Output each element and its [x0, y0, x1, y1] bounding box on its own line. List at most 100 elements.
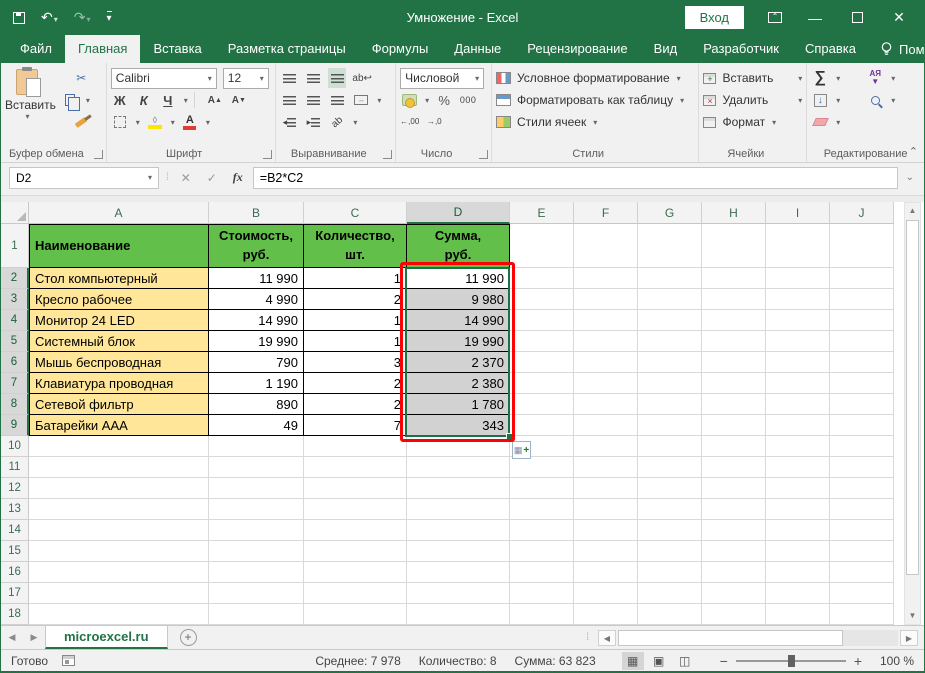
select-all-corner[interactable]: [1, 202, 29, 224]
italic-button[interactable]: К: [135, 90, 153, 110]
decrease-decimal-button[interactable]: →,0: [425, 112, 443, 132]
cell-B1[interactable]: Стоимость,руб.: [209, 224, 304, 268]
cell-C2[interactable]: 1: [304, 268, 407, 289]
cell-I16[interactable]: [766, 562, 830, 583]
zoom-in-button[interactable]: +: [854, 653, 862, 669]
cell-G7[interactable]: [638, 373, 702, 394]
cell-C10[interactable]: [304, 436, 407, 457]
decrease-font-button[interactable]: A▼: [230, 90, 248, 110]
cell-C9[interactable]: 7: [304, 415, 407, 436]
cell-I15[interactable]: [766, 541, 830, 562]
page-layout-view-button[interactable]: ▣: [648, 652, 670, 670]
currency-dropdown-icon[interactable]: ▾: [425, 96, 429, 105]
cell-D8[interactable]: 1 780: [407, 394, 510, 415]
cell-H2[interactable]: [702, 268, 766, 289]
insert-function-button[interactable]: fx: [227, 170, 249, 185]
cell-J1[interactable]: [830, 224, 894, 268]
expand-formula-bar-icon[interactable]: ⌄: [902, 172, 918, 183]
horizontal-scrollbar[interactable]: [618, 630, 898, 646]
format-as-table-button[interactable]: Форматировать как таблицу▾: [496, 89, 695, 111]
cell-I9[interactable]: [766, 415, 830, 436]
cell-H17[interactable]: [702, 583, 766, 604]
cell-G2[interactable]: [638, 268, 702, 289]
tell-me-box[interactable]: Помощн: [869, 35, 925, 63]
merge-center-button[interactable]: ↔: [352, 90, 370, 110]
cell-F4[interactable]: [574, 310, 638, 331]
cell-B5[interactable]: 19 990: [209, 331, 304, 352]
cell-F9[interactable]: [574, 415, 638, 436]
cell-F18[interactable]: [574, 604, 638, 625]
column-header-J[interactable]: J: [830, 202, 894, 224]
tab-вставка[interactable]: Вставка: [140, 35, 214, 63]
cell-E1[interactable]: [510, 224, 574, 268]
column-header-C[interactable]: C: [304, 202, 407, 224]
cell-B10[interactable]: [209, 436, 304, 457]
cell-E18[interactable]: [510, 604, 574, 625]
cell-G1[interactable]: [638, 224, 702, 268]
cell-F6[interactable]: [574, 352, 638, 373]
tab-разработчик[interactable]: Разработчик: [690, 35, 792, 63]
cell-C1[interactable]: Количество,шт.: [304, 224, 407, 268]
cell-J15[interactable]: [830, 541, 894, 562]
cell-A1[interactable]: Наименование: [29, 224, 209, 268]
cell-G6[interactable]: [638, 352, 702, 373]
name-box[interactable]: D2▾: [9, 167, 159, 189]
undo-icon[interactable]: ↶▾: [41, 9, 58, 26]
cell-F5[interactable]: [574, 331, 638, 352]
merge-dropdown-icon[interactable]: ▾: [377, 96, 381, 105]
cell-B18[interactable]: [209, 604, 304, 625]
cell-H13[interactable]: [702, 499, 766, 520]
copy-dropdown-icon[interactable]: ▾: [86, 96, 90, 105]
maximize-button[interactable]: [848, 10, 866, 26]
vertical-scrollbar[interactable]: ▲ ▼: [904, 202, 921, 625]
cell-E11[interactable]: [510, 457, 574, 478]
cell-B3[interactable]: 4 990: [209, 289, 304, 310]
wrap-text-button[interactable]: ab↩: [352, 68, 372, 88]
enter-formula-button[interactable]: ✓: [201, 171, 223, 185]
cell-D12[interactable]: [407, 478, 510, 499]
bold-button[interactable]: Ж: [111, 90, 129, 110]
cell-J18[interactable]: [830, 604, 894, 625]
cell-C8[interactable]: 2: [304, 394, 407, 415]
row-header-2[interactable]: 2: [1, 268, 29, 289]
add-sheet-button[interactable]: +: [180, 629, 197, 646]
font-color-dropdown-icon[interactable]: ▾: [206, 118, 210, 127]
cell-A15[interactable]: [29, 541, 209, 562]
comma-format-button[interactable]: 000: [459, 90, 477, 110]
row-header-7[interactable]: 7: [1, 373, 29, 394]
cell-F15[interactable]: [574, 541, 638, 562]
cell-F17[interactable]: [574, 583, 638, 604]
cell-E6[interactable]: [510, 352, 574, 373]
zoom-slider[interactable]: [736, 660, 846, 662]
next-sheet-icon[interactable]: ▶: [23, 626, 45, 649]
cell-A9[interactable]: Батарейки AAA: [29, 415, 209, 436]
cell-B2[interactable]: 11 990: [209, 268, 304, 289]
cell-H11[interactable]: [702, 457, 766, 478]
align-left-button[interactable]: [280, 90, 298, 110]
cell-B9[interactable]: 49: [209, 415, 304, 436]
clear-dropdown-icon[interactable]: ▾: [836, 118, 840, 127]
prev-sheet-icon[interactable]: ◀: [1, 626, 23, 649]
cell-F10[interactable]: [574, 436, 638, 457]
cell-C6[interactable]: 3: [304, 352, 407, 373]
tab-файл[interactable]: Файл: [7, 35, 65, 63]
conditional-formatting-button[interactable]: Условное форматирование▾: [496, 67, 695, 89]
fill-handle[interactable]: [506, 433, 513, 440]
cell-G14[interactable]: [638, 520, 702, 541]
cell-B4[interactable]: 14 990: [209, 310, 304, 331]
column-header-I[interactable]: I: [766, 202, 830, 224]
cell-I7[interactable]: [766, 373, 830, 394]
cell-H12[interactable]: [702, 478, 766, 499]
cell-H14[interactable]: [702, 520, 766, 541]
cell-H7[interactable]: [702, 373, 766, 394]
tab-справка[interactable]: Справка: [792, 35, 869, 63]
cell-E4[interactable]: [510, 310, 574, 331]
macro-record-icon[interactable]: [62, 655, 75, 666]
clipboard-dialog-launcher-icon[interactable]: [94, 150, 103, 159]
cell-H10[interactable]: [702, 436, 766, 457]
cell-J6[interactable]: [830, 352, 894, 373]
cell-H6[interactable]: [702, 352, 766, 373]
align-top-button[interactable]: [280, 68, 298, 88]
font-name-combo[interactable]: Calibri▾: [111, 68, 217, 89]
customize-qat-icon[interactable]: ▾: [107, 11, 112, 24]
